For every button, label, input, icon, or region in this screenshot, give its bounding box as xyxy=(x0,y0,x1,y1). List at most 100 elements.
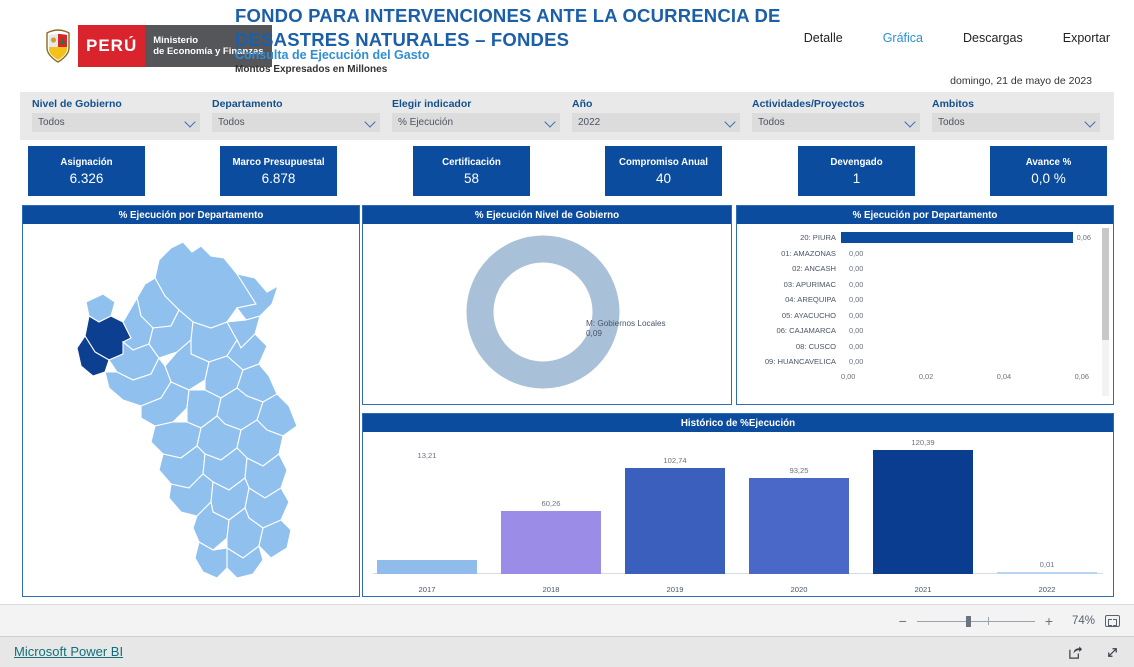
filter-ano: Año 2022 xyxy=(572,98,740,132)
nav-link-descargas[interactable]: Descargas xyxy=(963,31,1023,45)
dept-x-axis: 0,00 0,02 0,04 0,06 xyxy=(841,372,1089,381)
nav-link-grafica[interactable]: Gráfica xyxy=(883,31,923,45)
filter-label: Año xyxy=(572,98,593,110)
table-row[interactable]: 04: AREQUIPA 0,00 xyxy=(737,292,1091,308)
filter-select-actividades-proyectos[interactable]: Todos xyxy=(752,113,920,132)
map-canvas[interactable] xyxy=(23,224,359,596)
hist-value-label: 0,01 xyxy=(1039,560,1055,569)
kpi-card-asignacion[interactable]: Asignación 6.326 xyxy=(28,146,145,196)
kpi-title: Marco Presupuestal xyxy=(232,156,325,168)
zoom-slider[interactable] xyxy=(916,616,1035,627)
filter-select-nivel-de-gobierno[interactable]: Todos xyxy=(32,113,200,132)
hist-bar xyxy=(749,478,849,574)
department-bar-visual-panel[interactable]: % Ejecución por Departamento 20: PIURA 0… xyxy=(736,205,1114,405)
kpi-card-avance-pct[interactable]: Avance % 0,0 % xyxy=(990,146,1107,196)
amount-units-note: Montos Expresados en Millones xyxy=(235,64,388,75)
filter-value: Todos xyxy=(38,117,65,128)
hist-bar xyxy=(377,560,477,574)
dept-chart-canvas[interactable]: 20: PIURA 0,06 01: AMAZONAS 0,00 02: ANC… xyxy=(737,224,1113,404)
scrollbar-thumb[interactable] xyxy=(1102,228,1109,340)
filter-label: Nivel de Gobierno xyxy=(32,98,122,110)
table-row[interactable]: 20: PIURA 0,06 xyxy=(737,230,1091,246)
kpi-card-certificacion[interactable]: Certificación 58 xyxy=(413,146,530,196)
filter-bar: Nivel de Gobierno Todos Departamento Tod… xyxy=(20,92,1114,140)
table-row[interactable]: 03: APURIMAC 0,00 xyxy=(737,277,1091,293)
dept-value: 0,00 xyxy=(849,264,864,274)
filter-value: Todos xyxy=(758,117,785,128)
kpi-card-devengado[interactable]: Devengado 1 xyxy=(798,146,915,196)
donut-slice-callout: M: Gobiernos Locales 0,09 xyxy=(586,319,666,339)
map-visual-panel[interactable]: % Ejecución por Departamento xyxy=(22,205,360,597)
dept-bar-area xyxy=(841,248,1091,259)
filter-select-elegir-indicador[interactable]: % Ejecución xyxy=(392,113,560,132)
kpi-title: Avance % xyxy=(1025,156,1072,168)
kpi-value: 58 xyxy=(463,170,480,186)
hist-value-label: 60,26 xyxy=(541,499,561,508)
donut-panel-title: % Ejecución Nivel de Gobierno xyxy=(363,206,731,224)
axis-tick: 0,02 xyxy=(918,372,934,381)
nav-link-exportar[interactable]: Exportar xyxy=(1063,31,1110,45)
kpi-value: 6.878 xyxy=(261,170,296,186)
peru-map-svg xyxy=(76,241,298,579)
donut-visual-panel[interactable]: % Ejecución Nivel de Gobierno M: Gobiern… xyxy=(362,205,732,405)
filter-actividades-proyectos: Actividades/Proyectos Todos xyxy=(752,98,920,132)
zoom-out-button[interactable]: − xyxy=(899,614,907,628)
share-icon[interactable] xyxy=(1068,645,1083,665)
dept-value: 0,00 xyxy=(849,295,864,305)
filter-select-departamento[interactable]: Todos xyxy=(212,113,380,132)
chevron-down-icon xyxy=(544,116,556,128)
slider-track xyxy=(916,621,1035,622)
kpi-value: 40 xyxy=(655,170,672,186)
zoom-percent-label: 74% xyxy=(1071,615,1095,627)
filter-select-ambitos[interactable]: Todos xyxy=(932,113,1100,132)
hist-category-label: 2022 xyxy=(1038,585,1056,594)
filter-nivel-de-gobierno: Nivel de Gobierno Todos xyxy=(32,98,200,132)
fullscreen-icon[interactable] xyxy=(1105,645,1120,665)
hist-bar xyxy=(625,468,725,574)
dept-label: 02: ANCASH xyxy=(792,264,836,274)
donut-canvas[interactable]: M: Gobiernos Locales 0,09 xyxy=(363,224,731,404)
fit-to-screen-icon[interactable] xyxy=(1105,615,1120,627)
zoom-in-button[interactable]: + xyxy=(1045,614,1053,628)
dept-label: 04: AREQUIPA xyxy=(785,295,836,305)
chevron-down-icon xyxy=(724,116,736,128)
kpi-value: 1 xyxy=(852,170,861,186)
filter-value: % Ejecución xyxy=(398,117,454,128)
slider-handle[interactable] xyxy=(966,616,972,627)
map-panel-title: % Ejecución por Departamento xyxy=(23,206,359,224)
dept-bar-area xyxy=(841,263,1091,274)
hist-value-label: 13,21 xyxy=(417,451,437,460)
hist-chart-canvas[interactable]: 13,21 2017 60,26 2018 102,74 2019 93,25 xyxy=(363,432,1113,596)
table-row[interactable]: 05: AYACUCHO 0,00 xyxy=(737,308,1091,324)
kpi-card-compromiso-anual[interactable]: Compromiso Anual 40 xyxy=(605,146,722,196)
table-row[interactable]: 09: HUANCAVELICA 0,00 xyxy=(737,354,1091,370)
historical-bar-visual-panel[interactable]: Histórico de %Ejecución 13,21 2017 60,26… xyxy=(362,413,1114,597)
hist-category-label: 2017 xyxy=(418,585,436,594)
table-row[interactable]: 08: CUSCO 0,00 xyxy=(737,339,1091,355)
hist-category-label: 2019 xyxy=(666,585,684,594)
axis-tick: 0,06 xyxy=(1074,372,1089,381)
dept-bar-area xyxy=(841,356,1091,367)
dept-value: 0,06 xyxy=(1076,233,1091,243)
donut-slice-value: 0,09 xyxy=(586,329,602,338)
dept-vertical-scrollbar[interactable] xyxy=(1102,228,1109,396)
table-row[interactable]: 06: CAJAMARCA 0,00 xyxy=(737,323,1091,339)
nav-link-detalle[interactable]: Detalle xyxy=(804,31,843,45)
donut-chart-svg xyxy=(466,235,620,389)
table-row[interactable]: 02: ANCASH 0,00 xyxy=(737,261,1091,277)
donut-slice-label: M: Gobiernos Locales xyxy=(586,319,666,328)
kpi-title: Asignación xyxy=(60,156,113,168)
kpi-card-marco-presupuestal[interactable]: Marco Presupuestal 6.878 xyxy=(220,146,337,196)
table-row[interactable]: 01: AMAZONAS 0,00 xyxy=(737,246,1091,262)
kpi-title: Devengado xyxy=(830,156,883,168)
chevron-down-icon xyxy=(364,116,376,128)
report-footer: Microsoft Power BI xyxy=(0,636,1134,667)
hist-baseline xyxy=(373,573,1103,574)
filter-select-ano[interactable]: 2022 xyxy=(572,113,740,132)
dept-label: 20: PIURA xyxy=(800,233,836,243)
slider-tick xyxy=(987,617,989,625)
hist-value-label: 102,74 xyxy=(663,456,687,465)
dept-value: 0,00 xyxy=(849,326,864,336)
powerbi-brand-link[interactable]: Microsoft Power BI xyxy=(14,644,123,659)
page-subtitle: Consulta de Ejecución del Gasto xyxy=(235,48,430,62)
